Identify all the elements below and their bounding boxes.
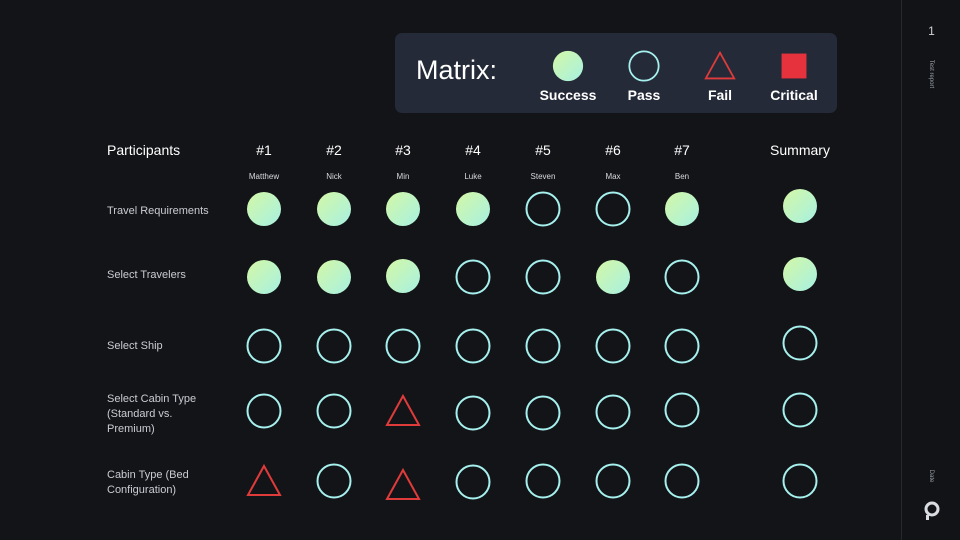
result-pass-icon: [525, 395, 565, 435]
row-label-travel-requirements: Travel Requirements: [107, 205, 209, 217]
result-success-icon: [246, 191, 286, 231]
result-pass-icon: [316, 463, 356, 503]
result-pass-icon: [595, 394, 635, 434]
result-pass-icon: [316, 393, 356, 433]
result-pass-icon: [246, 393, 286, 433]
critical-marker-icon: [754, 49, 834, 83]
summary-header: Summary: [770, 142, 830, 158]
date-label: Date: [928, 469, 934, 483]
participants-header: Participants: [107, 142, 181, 158]
result-pass-icon: [316, 328, 356, 368]
result-fail-icon: [385, 467, 425, 507]
participant-name: Nick: [326, 172, 342, 181]
legend: Matrix: Success Pass Fail Critical: [395, 33, 837, 113]
result-pass-icon: [595, 191, 635, 231]
legend-item-critical: Critical: [754, 49, 834, 103]
participant-id: #7: [674, 142, 690, 158]
result-pass-icon: [595, 463, 635, 503]
participant-id: #3: [395, 142, 411, 158]
result-success-icon: [385, 191, 425, 231]
result-fail-icon: [385, 393, 425, 433]
report-label: Test report: [928, 59, 934, 89]
sidebar: 1 Test report Date: [901, 0, 960, 540]
participant-name: Luke: [464, 172, 482, 181]
participant-name: Max: [605, 172, 621, 181]
legend-title: Matrix:: [416, 55, 497, 85]
result-pass-icon: [246, 328, 286, 368]
result-fail-icon: [246, 463, 286, 503]
row-label-select-ship: Select Ship: [107, 340, 163, 352]
summary-success-icon: [782, 256, 822, 296]
participant-id: #4: [465, 142, 481, 158]
result-success-icon: [455, 191, 495, 231]
result-success-icon: [316, 259, 356, 299]
participant-name: Ben: [674, 172, 690, 181]
participant-id: #5: [535, 142, 551, 158]
result-pass-icon: [455, 259, 495, 299]
summary-pass-icon: [782, 392, 822, 432]
result-pass-icon: [595, 328, 635, 368]
pass-marker-icon: [604, 49, 684, 83]
result-pass-icon: [525, 328, 565, 368]
result-pass-icon: [664, 328, 704, 368]
result-pass-icon: [664, 463, 704, 503]
result-success-icon: [595, 259, 635, 299]
participant-id: #6: [605, 142, 621, 158]
result-pass-icon: [455, 464, 495, 504]
summary-pass-icon: [782, 463, 822, 503]
legend-item-pass: Pass: [604, 49, 684, 103]
summary-success-icon: [782, 188, 822, 228]
legend-item-fail: Fail: [680, 49, 760, 103]
legend-label: Pass: [627, 87, 661, 103]
legend-item-success: Success: [528, 49, 608, 103]
participant-name: Min: [396, 172, 410, 181]
row-label-select-cabin-type: Select Cabin Type (Standard vs. Premium): [107, 393, 197, 435]
page-number: 1: [928, 24, 935, 38]
result-pass-icon: [455, 328, 495, 368]
row-label-cabin-type-bed: Cabin Type (Bed Configuration): [107, 469, 189, 496]
result-pass-icon: [525, 463, 565, 503]
result-pass-icon: [525, 191, 565, 231]
result-pass-icon: [525, 259, 565, 299]
result-pass-icon: [385, 328, 425, 368]
participant-id: #1: [256, 142, 272, 158]
participant-id: #2: [326, 142, 342, 158]
result-pass-icon: [455, 395, 495, 435]
result-success-icon: [316, 191, 356, 231]
row-label-select-travelers: Select Travelers: [107, 269, 186, 281]
participant-name: Steven: [530, 172, 556, 181]
participant-name: Matthew: [248, 172, 280, 181]
summary-pass-icon: [782, 325, 822, 365]
legend-label: Fail: [707, 87, 733, 103]
result-pass-icon: [664, 392, 704, 432]
result-success-icon: [664, 191, 704, 231]
legend-label: Success: [539, 87, 597, 103]
logo-icon: [924, 501, 940, 520]
result-success-icon: [246, 259, 286, 299]
result-success-icon: [385, 258, 425, 298]
success-marker-icon: [528, 49, 608, 83]
result-pass-icon: [664, 259, 704, 299]
fail-marker-icon: [680, 49, 760, 83]
legend-label: Critical: [770, 87, 818, 103]
